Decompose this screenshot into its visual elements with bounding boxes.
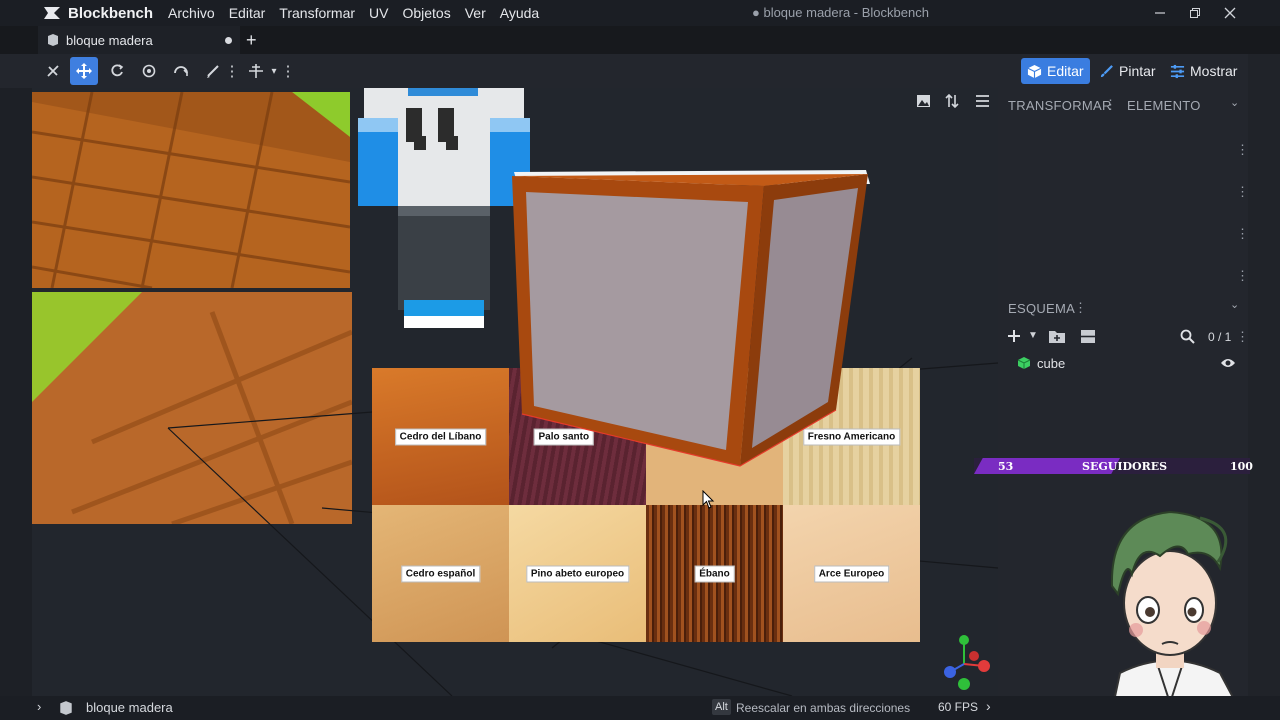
close-icon <box>1224 7 1236 19</box>
outliner-title: ESQUEMA <box>1008 301 1076 316</box>
paint-brush-icon <box>1100 64 1113 77</box>
visibility-eye-icon[interactable] <box>1220 357 1236 369</box>
toolbar-kebab-icon[interactable]: ⋮ <box>225 57 240 85</box>
mode-paint-button[interactable]: Pintar <box>1093 58 1162 84</box>
panel-collapse-chevron-icon[interactable]: ⌄ <box>1230 96 1240 109</box>
vertex-snap-tool-icon[interactable] <box>39 57 67 85</box>
menu-archivo[interactable]: Archivo <box>161 0 222 26</box>
blockbench-logo-icon <box>44 7 60 19</box>
wood-sample-pino-abeto: Pino abeto europeo <box>509 505 646 642</box>
status-more-chevron-icon[interactable]: › <box>986 698 991 714</box>
minimize-icon <box>1155 12 1165 14</box>
status-project-name: bloque madera <box>86 700 173 715</box>
tab-transform[interactable]: TRANSFORMAR <box>1008 98 1112 113</box>
wood-sample-arce-europeo: Arce Europeo <box>783 505 920 642</box>
screenshot-icon[interactable] <box>916 94 931 111</box>
new-tab-button[interactable]: + <box>246 30 257 51</box>
app-brand: Blockbench <box>0 5 153 22</box>
minimize-button[interactable] <box>1143 0 1177 26</box>
mode-edit-label: Editar <box>1047 63 1084 79</box>
key-hint-badge: Alt <box>712 699 731 715</box>
followers-current: 53 <box>998 460 1014 473</box>
project-icon <box>48 34 58 46</box>
status-bar: › bloque madera Alt Reescalar en ambas d… <box>0 696 1280 720</box>
mode-edit-button[interactable]: Editar <box>1021 58 1090 84</box>
wood-sample-cedro-libano: Cedro del Líbano <box>372 368 509 505</box>
outliner-item-label: cube <box>1037 355 1066 371</box>
resize-tool-icon[interactable] <box>167 57 195 85</box>
tab-element[interactable]: ELEMENTO <box>1127 98 1201 113</box>
transform-kebab-icon[interactable]: ⋮ <box>1104 97 1117 113</box>
move-tool-icon[interactable] <box>70 57 98 85</box>
wood-label: Pino abeto europeo <box>525 565 630 582</box>
menu-transformar[interactable]: Transformar <box>272 0 362 26</box>
streamer-avatar <box>1108 510 1247 720</box>
rotate-tool-icon[interactable] <box>103 57 131 85</box>
blockbench-window: Blockbench Archivo Editar Transformar UV… <box>0 0 1280 720</box>
fps-counter: 60 FPS <box>938 700 979 714</box>
collapse-all-icon[interactable] <box>1080 329 1096 349</box>
axis-gizmo[interactable] <box>938 632 994 692</box>
viewport-menu-icon[interactable] <box>975 94 990 111</box>
mode-display-label: Mostrar <box>1190 63 1238 79</box>
add-element-icon[interactable] <box>1006 328 1022 349</box>
add-folder-icon[interactable] <box>1048 329 1066 349</box>
wood-label: Ébano <box>694 565 735 582</box>
menu-bar: Blockbench Archivo Editar Transformar UV… <box>0 0 1280 26</box>
outliner-kebab-icon[interactable]: ⋮ <box>1074 300 1087 316</box>
expand-sidebar-chevron-icon[interactable]: › <box>37 699 41 714</box>
wood-label: Cedro del Líbano <box>394 428 487 445</box>
key-hint-text: Reescalar en ambas direcciones <box>736 701 911 715</box>
followers-goal-bar: 53 SEGUIDORES 100 <box>974 458 1253 474</box>
menu-uv[interactable]: UV <box>362 0 395 26</box>
followers-goal: 100 <box>1230 460 1253 473</box>
cube-icon <box>1027 64 1042 78</box>
app-name: Blockbench <box>68 4 154 22</box>
menu-ver[interactable]: Ver <box>458 0 493 26</box>
tab-bloque-madera[interactable]: bloque madera <box>38 26 240 54</box>
window-title: ● bloque madera - Blockbench <box>752 5 929 20</box>
mode-paint-label: Pintar <box>1119 63 1156 79</box>
followers-label: SEGUIDORES <box>1082 460 1168 473</box>
outliner-collapse-chevron-icon[interactable]: ⌄ <box>1230 298 1240 311</box>
pivot-tool-icon[interactable] <box>135 57 163 85</box>
selected-cube-model[interactable] <box>502 162 882 492</box>
outliner-count: 0 / 1 <box>1208 330 1232 344</box>
toolbar-kebab-2-icon[interactable]: ⋮ <box>281 57 296 85</box>
wood-label: Cedro español <box>400 565 481 582</box>
display-sliders-icon <box>1170 64 1185 78</box>
wood-sample-ebano: Ébano <box>646 505 783 642</box>
restore-icon <box>1190 8 1200 18</box>
menu-editar[interactable]: Editar <box>222 0 273 26</box>
toolbar: ⋮ ▾ ⋮ Editar Pintar Mostrar <box>0 54 1280 88</box>
add-dropdown-chevron-icon[interactable]: ▼ <box>1028 330 1038 341</box>
project-icon <box>60 701 72 715</box>
tab-label: bloque madera <box>66 32 153 48</box>
search-icon[interactable] <box>1180 329 1195 349</box>
wood-sample-cedro-espanol: Cedro español <box>372 505 509 642</box>
menu-objetos[interactable]: Objetos <box>395 0 457 26</box>
outliner-item-cube[interactable]: cube <box>1008 352 1244 374</box>
wood-label: Arce Europeo <box>813 565 890 582</box>
3d-viewport[interactable]: Cedro del Líbano Palo santo Fresno Ameri… <box>32 88 998 696</box>
unsaved-dot-icon[interactable] <box>225 36 232 44</box>
restore-button[interactable] <box>1178 0 1212 26</box>
tab-bar: bloque madera + <box>0 26 1280 54</box>
close-button[interactable] <box>1213 0 1247 26</box>
cube-green-icon <box>1017 357 1031 369</box>
brush-tool-icon[interactable] <box>199 57 227 85</box>
left-sidebar-collapsed <box>0 88 32 696</box>
view-sort-icon[interactable] <box>945 93 959 111</box>
mode-display-button[interactable]: Mostrar <box>1164 58 1243 84</box>
menu-ayuda[interactable]: Ayuda <box>493 0 546 26</box>
mouse-cursor-icon <box>702 490 715 509</box>
